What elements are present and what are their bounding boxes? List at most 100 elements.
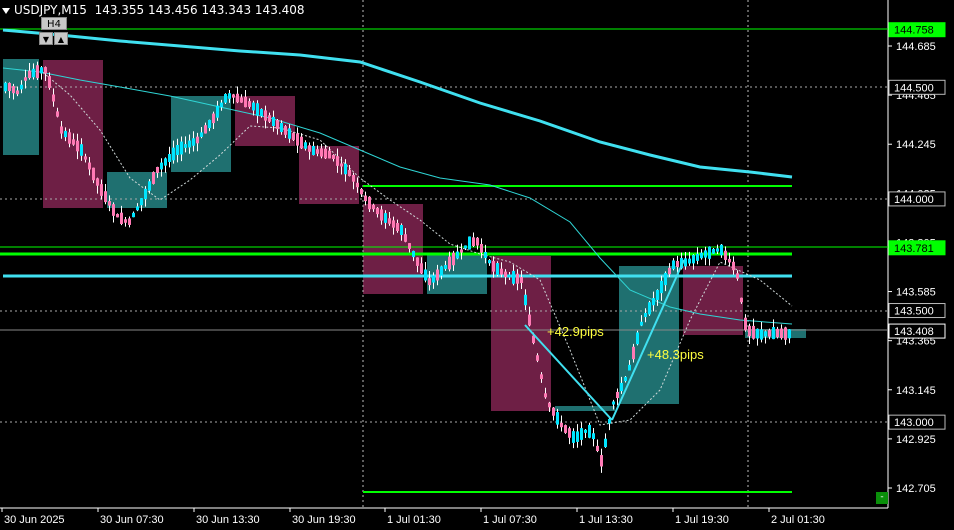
- bear-candle: [232, 94, 235, 98]
- bear-candle: [68, 132, 71, 144]
- x-axis-ticks: 30 Jun 2025 30 Jun 07:30 30 Jun 13:30 30 Ju…: [1, 508, 825, 526]
- bull-candle: [624, 376, 627, 382]
- bear-candle: [784, 327, 787, 340]
- bear-candle: [540, 374, 543, 380]
- bear-candle: [404, 234, 407, 242]
- price-label-text: 143.000: [894, 417, 934, 429]
- bear-candle: [336, 156, 339, 166]
- bear-candle: [368, 196, 371, 210]
- x-tick-label: 1 Jul 07:30: [483, 514, 537, 526]
- bull-candle: [592, 433, 595, 440]
- y-tick-label: 144.685: [896, 41, 936, 53]
- dropdown-triangle-icon[interactable]: [2, 7, 10, 14]
- bull-candle: [220, 102, 223, 108]
- bear-candle: [552, 407, 555, 416]
- x-tick-label: 30 Jun 19:30: [292, 514, 356, 526]
- bull-candle: [32, 68, 35, 78]
- h4-box: [555, 406, 615, 411]
- bull-candle: [216, 105, 219, 118]
- bull-candle: [144, 188, 147, 200]
- bear-candle: [48, 76, 51, 88]
- bull-candle: [256, 103, 259, 116]
- price-chart[interactable]: 144.685144.465144.245144.025143.805143.5…: [0, 0, 954, 530]
- bear-candle: [124, 219, 127, 223]
- bear-candle: [548, 402, 551, 408]
- bear-candle: [152, 172, 155, 184]
- bear-candle: [752, 325, 755, 339]
- low-value: 143.343: [201, 3, 252, 17]
- bear-candle: [728, 258, 731, 263]
- bear-candle: [204, 125, 207, 134]
- bear-candle: [448, 256, 451, 270]
- bear-candle: [108, 201, 111, 206]
- bear-candle: [100, 184, 103, 196]
- bull-candle: [656, 290, 659, 300]
- bear-candle: [52, 94, 55, 102]
- price-label-text: 144.500: [894, 82, 934, 94]
- bear-candle: [276, 120, 279, 129]
- bear-candle: [292, 133, 295, 140]
- bear-candle: [376, 207, 379, 215]
- bull-candle: [80, 144, 83, 156]
- close-value: 143.408: [254, 3, 305, 17]
- minimize-button[interactable]: -: [876, 492, 888, 504]
- bear-candle: [60, 126, 63, 134]
- bear-candle: [460, 249, 463, 253]
- bear-candle: [88, 162, 91, 170]
- bear-candle: [748, 325, 751, 337]
- timeframe-down-button[interactable]: ▼: [39, 32, 53, 45]
- bull-candle: [172, 147, 175, 161]
- bull-candle: [148, 181, 151, 191]
- bear-candle: [520, 277, 523, 283]
- bear-candle: [476, 237, 479, 246]
- bull-candle: [228, 93, 231, 99]
- bear-candle: [320, 148, 323, 157]
- y-tick-label: 143.585: [896, 287, 936, 299]
- bull-candle: [288, 128, 291, 139]
- timeframe-label: H4: [41, 17, 67, 30]
- bear-candle: [560, 422, 563, 428]
- bear-candle: [264, 110, 267, 121]
- bear-candle: [8, 82, 11, 92]
- x-tick-label: 30 Jun 2025: [4, 514, 65, 526]
- bear-candle: [516, 273, 519, 284]
- bull-candle: [280, 122, 283, 133]
- symbol-label: USDJPY,M15: [14, 3, 87, 17]
- bull-candle: [604, 438, 607, 448]
- bull-candle: [272, 116, 275, 127]
- bear-candle: [112, 204, 115, 216]
- bull-candle: [704, 250, 707, 258]
- bear-candle: [300, 136, 303, 149]
- bear-candle: [596, 445, 599, 452]
- timeframe-switcher: H4 ▼ ▲: [38, 17, 70, 47]
- bull-candle: [188, 140, 191, 148]
- x-tick-label: 30 Jun 07:30: [100, 514, 164, 526]
- price-label-text: 143.500: [894, 306, 934, 318]
- bull-candle: [40, 67, 43, 74]
- bull-candle: [636, 332, 639, 345]
- bull-candle: [304, 142, 307, 149]
- bear-candle: [428, 278, 431, 286]
- bear-candle: [780, 328, 783, 339]
- bear-candle: [480, 244, 483, 253]
- x-tick-label: 1 Jul 13:30: [579, 514, 633, 526]
- price-label-text: 144.000: [894, 194, 934, 206]
- bull-candle: [628, 364, 631, 371]
- timeframe-up-button[interactable]: ▲: [54, 32, 68, 45]
- bull-candle: [4, 82, 7, 92]
- bear-candle: [116, 213, 119, 218]
- bear-candle: [56, 111, 59, 117]
- bull-candle: [164, 158, 167, 166]
- bull-candle: [132, 212, 135, 218]
- bear-candle: [436, 269, 439, 281]
- open-value: 143.355: [94, 3, 145, 17]
- bear-candle: [668, 267, 671, 275]
- bull-candle: [644, 312, 647, 318]
- bull-candle: [760, 329, 763, 340]
- bull-candle: [720, 244, 723, 256]
- bull-candle: [496, 263, 499, 275]
- bear-candle: [28, 70, 31, 79]
- bear-candle: [24, 77, 27, 81]
- bull-candle: [756, 328, 759, 339]
- bull-candle: [424, 269, 427, 281]
